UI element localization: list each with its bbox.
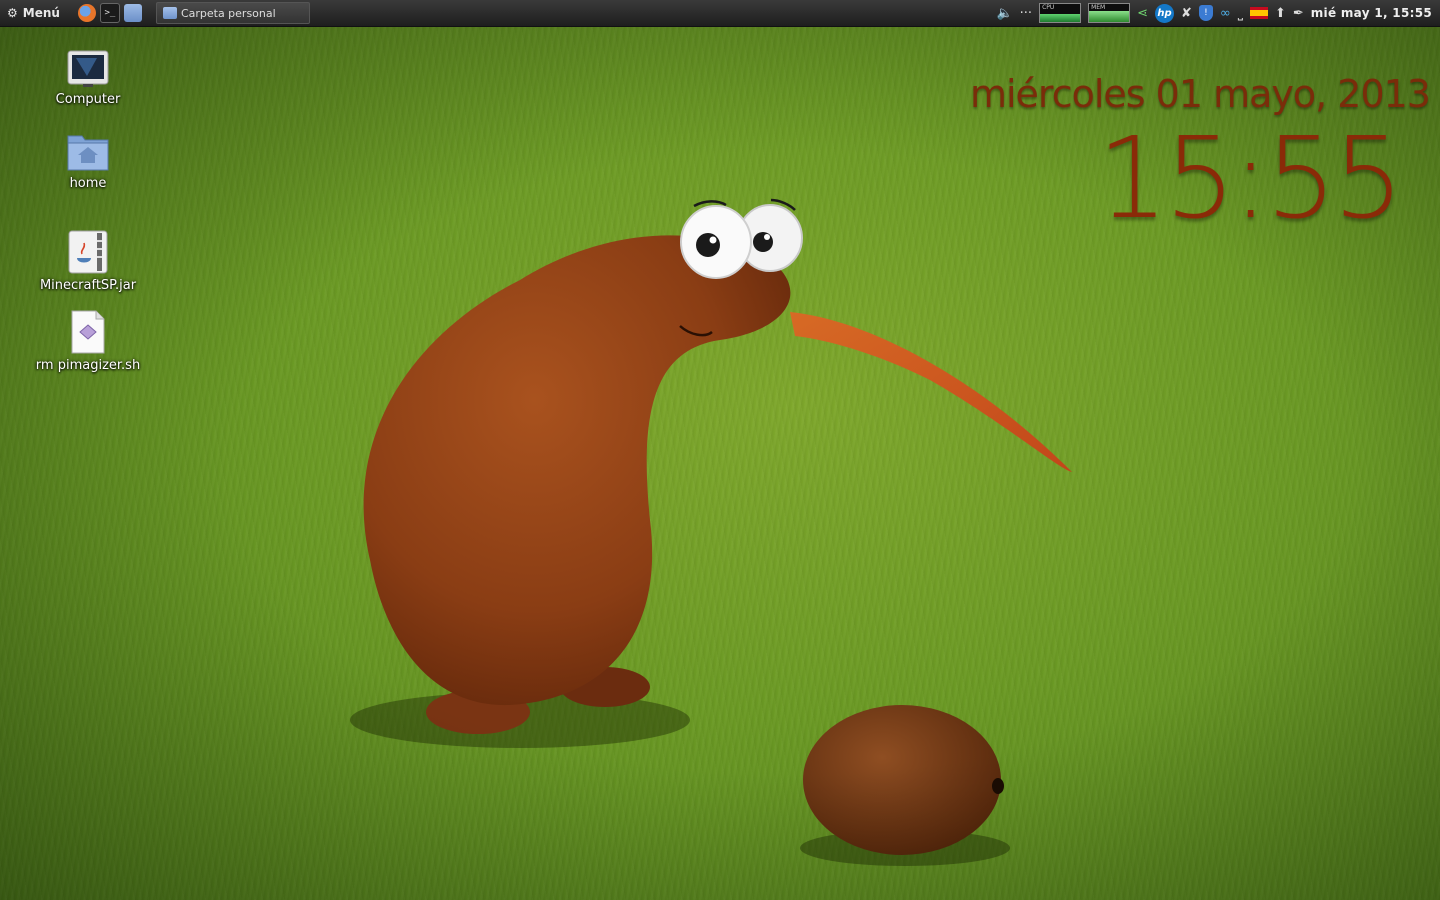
home-folder-icon	[67, 135, 109, 171]
hp-label: hp	[1157, 7, 1172, 19]
menu-label: Menú	[22, 6, 60, 20]
cpu-graph[interactable]: CPU	[1039, 3, 1082, 23]
desktop-icon-label: MinecraftSP.jar	[39, 278, 137, 293]
kiwi-body	[363, 235, 791, 706]
folder-icon	[162, 7, 177, 19]
desktop-icon-computer[interactable]: Computer	[28, 50, 148, 107]
desktop-date-widget: miércoles 01 mayo, 2013	[969, 72, 1431, 116]
taskbar-item-carpeta-personal[interactable]: Carpeta personal	[155, 2, 310, 24]
top-panel: ⚙ Menú >_ Carpeta personal 🔈 ··· CPU MEM…	[0, 0, 1440, 27]
share-icon[interactable]: ⋖	[1137, 7, 1148, 20]
spain-flag-icon[interactable]	[1249, 7, 1268, 19]
main-menu-button[interactable]: ⚙ Menú	[0, 0, 70, 26]
desktop-icon-label: Computer	[55, 92, 121, 107]
pen-icon[interactable]: ✒	[1293, 7, 1304, 20]
shell-script-icon	[71, 310, 105, 354]
mem-graph-fill	[1089, 11, 1130, 22]
taskbar-item-label: Carpeta personal	[180, 6, 276, 20]
firefox-launcher-icon[interactable]	[77, 4, 96, 22]
computer-icon	[67, 50, 109, 87]
kiwi-pupil-back	[753, 232, 773, 252]
update-arrow-icon[interactable]: ⬆	[1275, 7, 1286, 20]
kiwi-beak	[790, 312, 1072, 472]
kiwi-pupil-front	[696, 233, 720, 257]
mem-graph-label: MEM	[1091, 4, 1106, 11]
desktop-icon-minecraftsp-jar[interactable]: MinecraftSP.jar	[28, 230, 148, 293]
volume-icon[interactable]: 🔈	[996, 7, 1012, 20]
gear-icon: ⚙	[7, 6, 18, 20]
cpu-graph-fill	[1040, 13, 1081, 22]
panel-clock[interactable]: mié may 1, 15:55	[1311, 6, 1432, 20]
desktop-icon-label: rm pimagizer.sh	[35, 358, 141, 373]
sync-icon[interactable]: ∞	[1220, 7, 1231, 20]
desktop-time-widget: 15:55	[1097, 114, 1404, 244]
desktop-icon-home[interactable]: home	[28, 130, 148, 191]
file-manager-launcher-icon[interactable]	[123, 4, 142, 22]
desktop-icon-rm-pimagizer-sh[interactable]: rm pimagizer.sh	[28, 310, 148, 373]
terminal-launcher-icon[interactable]: >_	[99, 3, 120, 23]
desktop-icon-label: home	[69, 176, 107, 191]
hp-icon[interactable]: hp	[1154, 3, 1174, 23]
kiwi-brow-front	[693, 200, 727, 208]
network-tools-icon[interactable]: ✘	[1181, 7, 1192, 20]
system-tray: 🔈 ··· CPU MEM ⋖ hp ✘ ! ∞ ⎵ ⬆ ✒ mié may 1…	[996, 0, 1440, 26]
mem-graph[interactable]: MEM	[1088, 3, 1131, 23]
cpu-graph-label: CPU	[1042, 4, 1055, 11]
keyboard-space-icon[interactable]: ⎵	[1238, 7, 1243, 20]
shield-icon[interactable]: !	[1198, 5, 1213, 21]
more-icon[interactable]: ···	[1020, 7, 1032, 20]
quick-launchers: >_	[70, 3, 142, 23]
kiwi-fruit	[803, 705, 1001, 855]
java-archive-icon	[68, 230, 108, 274]
